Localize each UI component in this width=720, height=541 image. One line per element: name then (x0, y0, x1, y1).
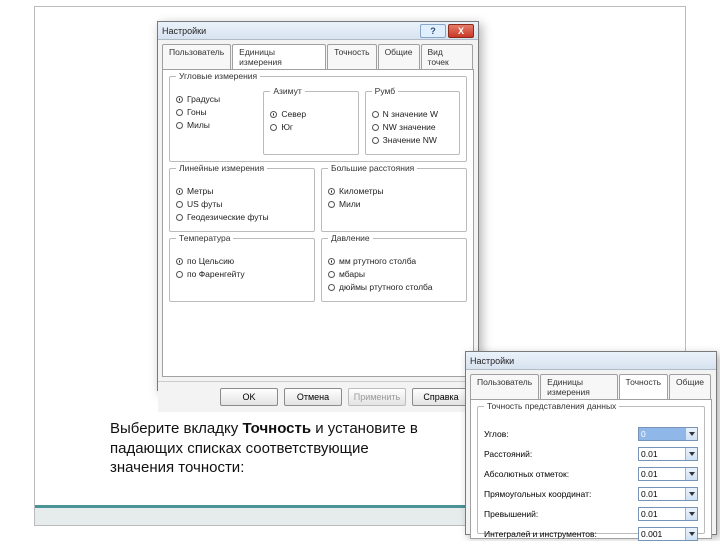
radio-mbar[interactable]: мбары (328, 269, 460, 279)
radio-mmhg[interactable]: мм ртутного столба (328, 256, 460, 266)
radio-fahrenheit[interactable]: по Фаренгейту (176, 269, 308, 279)
precision-row: Прямоугольных координат:0.01 (484, 487, 698, 501)
chevron-down-icon[interactable] (685, 448, 697, 460)
group-temp: Температура по Цельсию по Фаренгейту (169, 238, 315, 302)
tabs-row: Пользователь Единицы измерения Точность … (158, 40, 478, 69)
precision-row: Расстояний:0.01 (484, 447, 698, 461)
radio-south[interactable]: Юг (270, 122, 351, 132)
titlebar[interactable]: Настройки ? X (158, 22, 478, 40)
group-angular: Угловые измерения Градусы Гоны Милы Азим… (169, 76, 467, 162)
cancel-button[interactable]: Отмена (284, 388, 342, 406)
group-label: Температура (176, 233, 233, 243)
radio-celsius[interactable]: по Цельсию (176, 256, 308, 266)
precision-label: Углов: (484, 429, 638, 439)
chevron-down-icon[interactable] (685, 508, 697, 520)
radio-north[interactable]: Север (270, 109, 351, 119)
radio-inhg[interactable]: дюймы ртутного столба (328, 282, 460, 292)
window-title: Настройки (470, 356, 514, 366)
precision-label: Превышений: (484, 509, 638, 519)
group-pressure: Давление мм ртутного столба мбары дюймы … (321, 238, 467, 302)
chevron-down-icon[interactable] (685, 468, 697, 480)
radio-meters[interactable]: Метры (176, 186, 308, 196)
tab-general[interactable]: Общие (669, 374, 711, 399)
group-bigdist: Большие расстояния Километры Мили (321, 168, 467, 232)
tabs-row: Пользователь Единицы измерения Точность … (466, 370, 716, 399)
radio-usfeet[interactable]: US футы (176, 199, 308, 209)
settings-dialog-main: Настройки ? X Пользователь Единицы измер… (157, 21, 479, 391)
tab-precision[interactable]: Точность (327, 44, 377, 69)
help-icon[interactable]: ? (420, 24, 446, 38)
precision-select[interactable]: 0 (638, 427, 698, 441)
instruction-text: Выберите вкладку Точность и установите в… (110, 419, 430, 478)
precision-select[interactable]: 0.01 (638, 507, 698, 521)
precision-label: Интегралей и инструментов: (484, 529, 638, 539)
settings-dialog-precision: Настройки Пользователь Единицы измерения… (465, 351, 717, 535)
tab-user[interactable]: Пользователь (162, 44, 231, 69)
tab-body: Угловые измерения Градусы Гоны Милы Азим… (162, 69, 474, 377)
tab-units[interactable]: Единицы измерения (540, 374, 617, 399)
precision-row: Превышений:0.01 (484, 507, 698, 521)
tab-precision[interactable]: Точность (619, 374, 669, 399)
radio-gons[interactable]: Гоны (176, 107, 257, 117)
precision-label: Расстояний: (484, 449, 638, 459)
group-label: Точность представления данных (484, 401, 619, 411)
precision-select[interactable]: 0.01 (638, 487, 698, 501)
group-label: Линейные измерения (176, 163, 267, 173)
radio-vnw[interactable]: Значение NW (372, 135, 453, 145)
group-label: Большие расстояния (328, 163, 417, 173)
group-label: Азимут (270, 86, 304, 96)
group-linear: Линейные измерения Метры US футы Геодези… (169, 168, 315, 232)
precision-select[interactable]: 0.01 (638, 467, 698, 481)
titlebar[interactable]: Настройки (466, 352, 716, 370)
radio-mils[interactable]: Милы (176, 120, 257, 130)
precision-select[interactable]: 0.001 (638, 527, 698, 541)
group-label: Румб (372, 86, 398, 96)
chevron-down-icon[interactable] (685, 428, 697, 440)
button-row: OK Отмена Применить Справка (158, 381, 478, 412)
tab-user[interactable]: Пользователь (470, 374, 539, 399)
tab-points[interactable]: Вид точек (421, 44, 473, 69)
tab-general[interactable]: Общие (378, 44, 420, 69)
radio-km[interactable]: Километры (328, 186, 460, 196)
radio-miles[interactable]: Мили (328, 199, 460, 209)
precision-row: Абсолютных отметок:0.01 (484, 467, 698, 481)
radio-degrees[interactable]: Градусы (176, 94, 257, 104)
radio-nwv[interactable]: NW значение (372, 122, 453, 132)
radio-nvw[interactable]: N значение W (372, 109, 453, 119)
precision-label: Абсолютных отметок: (484, 469, 638, 479)
window-title: Настройки (162, 26, 206, 36)
ok-button[interactable]: OK (220, 388, 278, 406)
tab-units[interactable]: Единицы измерения (232, 44, 326, 69)
group-label: Давление (328, 233, 373, 243)
help-button[interactable]: Справка (412, 388, 470, 406)
close-icon[interactable]: X (448, 24, 474, 38)
precision-row: Интегралей и инструментов:0.001 (484, 527, 698, 541)
radio-geofeet[interactable]: Геодезические футы (176, 212, 308, 222)
precision-label: Прямоугольных координат: (484, 489, 638, 499)
precision-row: Углов:0 (484, 427, 698, 441)
chevron-down-icon[interactable] (685, 488, 697, 500)
precision-group: Точность представления данных Углов:0Рас… (470, 399, 712, 539)
group-label: Угловые измерения (176, 71, 260, 81)
precision-select[interactable]: 0.01 (638, 447, 698, 461)
chevron-down-icon[interactable] (685, 528, 697, 540)
apply-button[interactable]: Применить (348, 388, 406, 406)
